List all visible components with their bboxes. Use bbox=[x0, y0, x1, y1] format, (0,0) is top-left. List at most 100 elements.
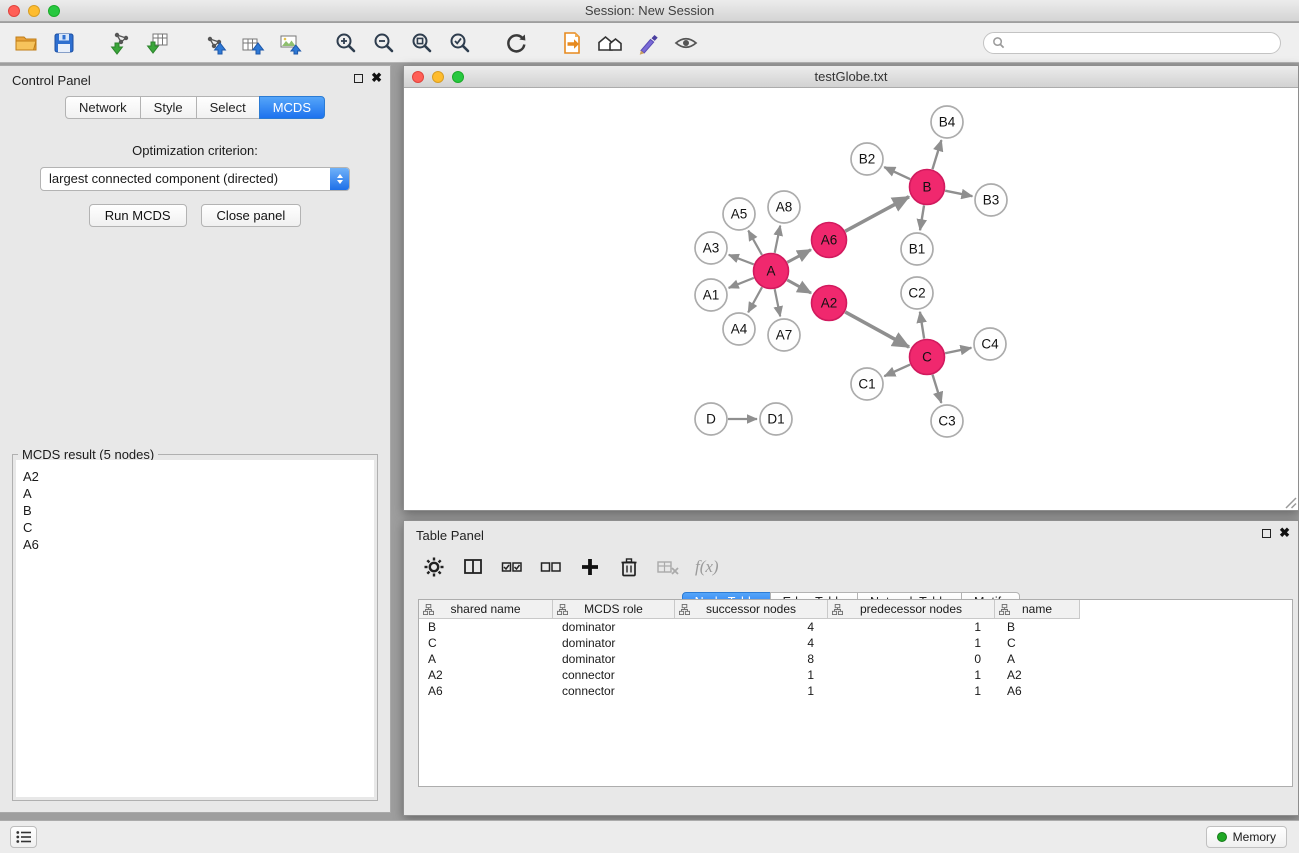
graph-edge-C-C1[interactable] bbox=[884, 365, 910, 377]
zoom-out-icon[interactable] bbox=[368, 28, 400, 58]
graph-edge-A-A8[interactable] bbox=[775, 226, 781, 253]
graph-edge-A-A3[interactable] bbox=[729, 255, 754, 265]
graph-edge-B-B4[interactable] bbox=[932, 140, 941, 169]
zoom-in-icon[interactable] bbox=[330, 28, 362, 58]
select-all-columns-icon[interactable] bbox=[500, 555, 524, 579]
graph-edge-A2-C[interactable] bbox=[845, 312, 909, 347]
table-cell[interactable]: A2 bbox=[995, 667, 1080, 683]
graph-edge-A-A4[interactable] bbox=[748, 287, 762, 312]
column-header-predecessor-nodes[interactable]: predecessor nodes bbox=[828, 600, 995, 619]
graph-edge-A-A6[interactable] bbox=[787, 250, 811, 263]
graph-edge-C-C4[interactable] bbox=[945, 348, 971, 353]
apply-style-icon[interactable] bbox=[632, 28, 664, 58]
create-column-icon[interactable] bbox=[578, 555, 602, 579]
import-network-icon[interactable] bbox=[104, 28, 136, 58]
table-cell[interactable]: dominator bbox=[553, 619, 675, 635]
table-cell[interactable]: 1 bbox=[828, 619, 995, 635]
float-panel-icon[interactable] bbox=[354, 74, 363, 83]
close-panel-button[interactable]: Close panel bbox=[201, 204, 302, 227]
memory-button[interactable]: Memory bbox=[1206, 826, 1287, 848]
table-cell[interactable]: connector bbox=[553, 667, 675, 683]
table-row[interactable]: A6connector11A6 bbox=[419, 683, 1292, 699]
graph-edge-A-A7[interactable] bbox=[775, 289, 781, 316]
graph-edge-A-A2[interactable] bbox=[787, 280, 811, 293]
table-row[interactable]: A2connector11A2 bbox=[419, 667, 1292, 683]
graph-edge-B-B2[interactable] bbox=[884, 167, 910, 179]
mcds-result-item[interactable]: A bbox=[16, 485, 374, 502]
table-cell[interactable]: C bbox=[419, 635, 553, 651]
zoom-selected-icon[interactable] bbox=[444, 28, 476, 58]
table-row[interactable]: Bdominator41B bbox=[419, 619, 1292, 635]
close-panel-icon[interactable]: ✖ bbox=[371, 72, 382, 84]
mcds-result-item[interactable]: B bbox=[16, 502, 374, 519]
table-cell[interactable]: 4 bbox=[675, 635, 828, 651]
open-folder-icon[interactable] bbox=[10, 28, 42, 58]
column-header-successor-nodes[interactable]: successor nodes bbox=[675, 600, 828, 619]
mcds-result-item[interactable]: C bbox=[16, 519, 374, 536]
show-columns-icon[interactable] bbox=[461, 555, 485, 579]
dropdown-stepper-icon[interactable] bbox=[330, 168, 349, 190]
network-canvas[interactable]: B4B2BB3A5A8A6B1A3AC2A1A2A4A7C4CC1C3DD1 bbox=[404, 88, 1298, 510]
column-header-shared-name[interactable]: shared name bbox=[419, 600, 553, 619]
graph-edge-B-B3[interactable] bbox=[945, 191, 972, 197]
eye-icon[interactable] bbox=[670, 28, 702, 58]
refresh-icon[interactable] bbox=[500, 28, 532, 58]
home-icon[interactable] bbox=[594, 28, 626, 58]
export-table-icon[interactable] bbox=[236, 28, 268, 58]
export-image-icon[interactable] bbox=[274, 28, 306, 58]
table-cell[interactable]: 1 bbox=[675, 667, 828, 683]
table-cell[interactable]: A6 bbox=[419, 683, 553, 699]
table-cell[interactable]: dominator bbox=[553, 651, 675, 667]
table-cell[interactable]: 1 bbox=[828, 635, 995, 651]
network-graph[interactable]: B4B2BB3A5A8A6B1A3AC2A1A2A4A7C4CC1C3DD1 bbox=[404, 88, 1298, 510]
table-settings-icon[interactable] bbox=[422, 555, 446, 579]
graph-edge-C-C3[interactable] bbox=[933, 375, 942, 403]
table-cell[interactable]: connector bbox=[553, 683, 675, 699]
table-cell[interactable]: 0 bbox=[828, 651, 995, 667]
column-header-MCDS-role[interactable]: MCDS role bbox=[553, 600, 675, 619]
export-network-icon[interactable] bbox=[198, 28, 230, 58]
task-history-button[interactable] bbox=[10, 826, 37, 848]
tab-style[interactable]: Style bbox=[140, 96, 197, 119]
mcds-result-item[interactable]: A6 bbox=[16, 536, 374, 553]
table-row[interactable]: Cdominator41C bbox=[419, 635, 1292, 651]
table-cell[interactable]: 1 bbox=[828, 683, 995, 699]
mcds-result-item[interactable]: A2 bbox=[16, 468, 374, 485]
graph-edge-A6-B[interactable] bbox=[845, 197, 909, 231]
graph-node-label: C3 bbox=[938, 414, 955, 429]
table-cell[interactable]: dominator bbox=[553, 635, 675, 651]
table-cell[interactable]: 1 bbox=[828, 667, 995, 683]
table-cell[interactable]: B bbox=[995, 619, 1080, 635]
table-cell[interactable]: A2 bbox=[419, 667, 553, 683]
table-cell[interactable]: 4 bbox=[675, 619, 828, 635]
import-table-icon[interactable] bbox=[142, 28, 174, 58]
optimization-dropdown[interactable]: largest connected component (directed) bbox=[40, 167, 350, 191]
search-input[interactable] bbox=[1010, 36, 1272, 50]
table-cell[interactable]: A bbox=[995, 651, 1080, 667]
save-icon[interactable] bbox=[48, 28, 80, 58]
first-neighbors-icon[interactable] bbox=[556, 28, 588, 58]
table-cell[interactable]: A bbox=[419, 651, 553, 667]
table-cell[interactable]: B bbox=[419, 619, 553, 635]
unselect-all-columns-icon[interactable] bbox=[539, 555, 563, 579]
column-header-name[interactable]: name bbox=[995, 600, 1080, 619]
tab-mcds[interactable]: MCDS bbox=[259, 96, 325, 119]
resize-grip-icon[interactable] bbox=[1285, 497, 1297, 509]
graph-edge-C-C2[interactable] bbox=[920, 312, 924, 339]
graph-edge-A-A1[interactable] bbox=[729, 278, 754, 288]
tab-network[interactable]: Network bbox=[65, 96, 141, 119]
delete-columns-icon[interactable] bbox=[617, 555, 641, 579]
table-cell[interactable]: 1 bbox=[675, 683, 828, 699]
graph-edge-A-A5[interactable] bbox=[748, 231, 762, 255]
table-cell[interactable]: C bbox=[995, 635, 1080, 651]
table-cell[interactable]: 8 bbox=[675, 651, 828, 667]
zoom-fit-icon[interactable] bbox=[406, 28, 438, 58]
float-table-panel-icon[interactable] bbox=[1262, 529, 1271, 538]
table-row[interactable]: Adominator80A bbox=[419, 651, 1292, 667]
search-field[interactable] bbox=[983, 32, 1281, 54]
run-mcds-button[interactable]: Run MCDS bbox=[89, 204, 187, 227]
table-cell[interactable]: A6 bbox=[995, 683, 1080, 699]
graph-edge-B-B1[interactable] bbox=[920, 205, 924, 230]
close-table-panel-icon[interactable]: ✖ bbox=[1279, 527, 1290, 539]
tab-select[interactable]: Select bbox=[196, 96, 260, 119]
